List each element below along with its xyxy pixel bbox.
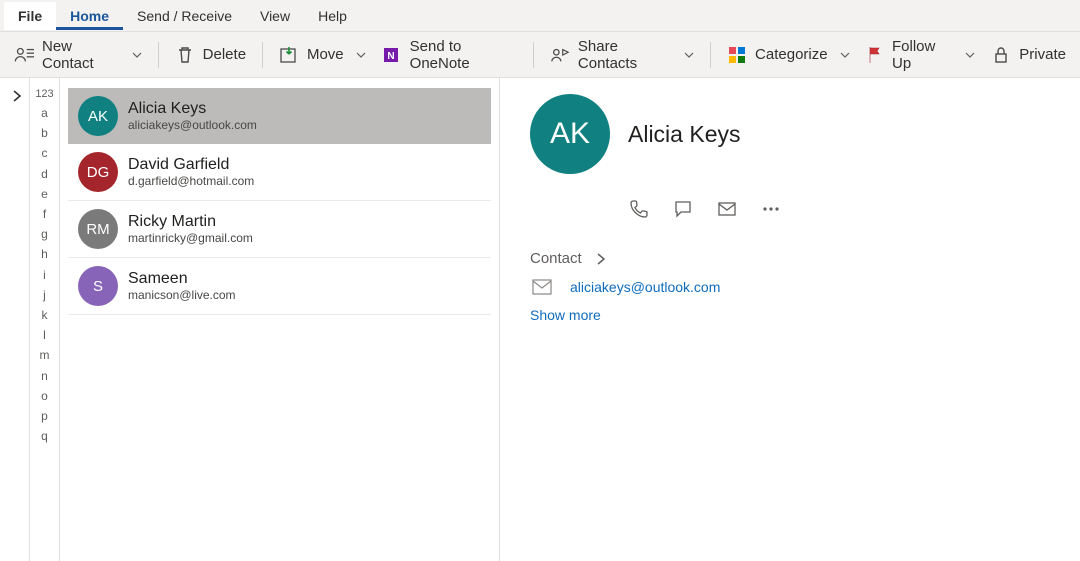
svg-text:N: N [387, 51, 394, 62]
contact-name: David Garfield [128, 156, 254, 174]
contact-section-label: Contact [530, 250, 582, 267]
chevron-down-icon [965, 50, 975, 60]
alpha-d[interactable]: d [41, 168, 48, 181]
move-icon [279, 45, 299, 65]
avatar: AK [78, 96, 118, 136]
alpha-a[interactable]: a [41, 107, 48, 120]
contact-name: Ricky Martin [128, 213, 253, 231]
avatar: S [78, 266, 118, 306]
ribbon-toolbar: New Contact Delete Move N Send to OneNot… [0, 32, 1080, 78]
chevron-down-icon [840, 50, 850, 60]
chevron-down-icon [132, 50, 142, 60]
alpha-index-header[interactable]: 123 [35, 88, 53, 100]
avatar: RM [78, 209, 118, 249]
toolbar-separator [158, 42, 159, 68]
onenote-icon: N [382, 45, 402, 65]
avatar: DG [78, 152, 118, 192]
alpha-index: 123 a b c d e f g h i j k l m n o p q [30, 78, 60, 561]
ellipsis-icon [760, 198, 782, 220]
flag-icon [866, 45, 884, 65]
alpha-o[interactable]: o [41, 390, 48, 403]
alpha-g[interactable]: g [41, 228, 48, 241]
delete-label: Delete [203, 46, 246, 63]
menubar: File Home Send / Receive View Help [0, 0, 1080, 32]
onenote-label: Send to OneNote [410, 38, 517, 72]
share-contacts-icon [550, 45, 570, 65]
alpha-c[interactable]: c [42, 147, 48, 160]
expand-nav-button[interactable] [12, 90, 22, 102]
alpha-h[interactable]: h [41, 248, 48, 261]
mail-button[interactable] [716, 198, 738, 220]
menu-view[interactable]: View [246, 2, 304, 30]
detail-avatar: AK [530, 94, 610, 174]
new-contact-button[interactable]: New Contact [6, 34, 150, 76]
delete-button[interactable]: Delete [167, 41, 254, 69]
chevron-down-icon [356, 50, 366, 60]
follow-up-button[interactable]: Follow Up [858, 34, 984, 76]
chat-icon [672, 198, 694, 220]
contact-email: martinricky@gmail.com [128, 231, 253, 245]
call-button[interactable] [628, 198, 650, 220]
contact-row[interactable]: RM Ricky Martin martinricky@gmail.com [68, 201, 491, 258]
new-contact-label: New Contact [42, 38, 120, 72]
lock-icon [991, 45, 1011, 65]
move-button[interactable]: Move [271, 41, 374, 69]
chevron-right-icon [596, 253, 606, 265]
alpha-l[interactable]: l [43, 329, 46, 342]
chat-button[interactable] [672, 198, 694, 220]
toolbar-separator [710, 42, 711, 68]
collapsed-nav-pane [0, 78, 30, 561]
categorize-icon [727, 45, 747, 65]
alpha-f[interactable]: f [43, 208, 46, 221]
main-area: 123 a b c d e f g h i j k l m n o p q AK… [0, 78, 1080, 561]
chevron-down-icon [684, 50, 694, 60]
alpha-m[interactable]: m [40, 349, 50, 362]
private-button[interactable]: Private [983, 41, 1074, 69]
menu-home[interactable]: Home [56, 2, 123, 30]
menu-file[interactable]: File [4, 2, 56, 30]
contact-email: manicson@live.com [128, 288, 236, 302]
contact-email: aliciakeys@outlook.com [128, 118, 257, 132]
send-to-onenote-button[interactable]: N Send to OneNote [374, 34, 525, 76]
move-label: Move [307, 46, 344, 63]
contact-row[interactable]: S Sameen manicson@live.com [68, 258, 491, 315]
private-label: Private [1019, 46, 1066, 63]
more-actions-button[interactable] [760, 198, 782, 220]
alpha-q[interactable]: q [41, 430, 48, 443]
contact-email: d.garfield@hotmail.com [128, 174, 254, 188]
contact-email-link[interactable]: aliciakeys@outlook.com [570, 279, 720, 295]
contact-row[interactable]: AK Alicia Keys aliciakeys@outlook.com [68, 88, 491, 144]
detail-name: Alicia Keys [628, 121, 740, 148]
phone-icon [628, 198, 650, 220]
alpha-i[interactable]: i [43, 269, 46, 282]
mail-icon [716, 198, 738, 220]
new-contact-icon [14, 45, 34, 65]
share-contacts-button[interactable]: Share Contacts [542, 34, 702, 76]
share-contacts-label: Share Contacts [578, 38, 672, 72]
follow-up-label: Follow Up [892, 38, 953, 72]
alpha-n[interactable]: n [41, 370, 48, 383]
toolbar-separator [533, 42, 534, 68]
contact-name: Alicia Keys [128, 100, 257, 118]
alpha-p[interactable]: p [41, 410, 48, 423]
contact-list: AK Alicia Keys aliciakeys@outlook.com DG… [60, 78, 500, 561]
menu-help[interactable]: Help [304, 2, 361, 30]
toolbar-separator [262, 42, 263, 68]
menu-send-receive[interactable]: Send / Receive [123, 2, 246, 30]
mail-icon [532, 279, 552, 295]
categorize-label: Categorize [755, 46, 828, 63]
categorize-button[interactable]: Categorize [719, 41, 858, 69]
contact-section-header[interactable]: Contact [530, 250, 1050, 267]
alpha-k[interactable]: k [42, 309, 48, 322]
alpha-j[interactable]: j [43, 289, 46, 302]
contact-name: Sameen [128, 270, 236, 288]
trash-icon [175, 45, 195, 65]
alpha-b[interactable]: b [41, 127, 48, 140]
contact-detail-pane: AK Alicia Keys Contact alici [500, 78, 1080, 561]
contact-row[interactable]: DG David Garfield d.garfield@hotmail.com [68, 144, 491, 201]
alpha-e[interactable]: e [41, 188, 48, 201]
show-more-link[interactable]: Show more [530, 307, 1050, 323]
